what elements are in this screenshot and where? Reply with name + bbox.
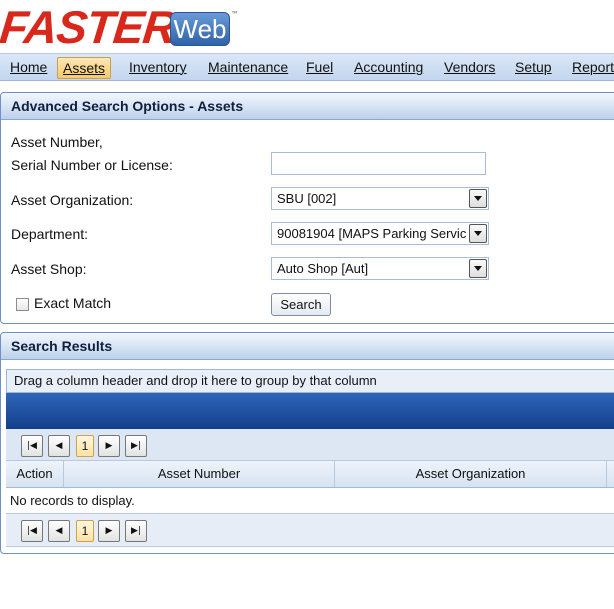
asset-organization-label: Asset Organization: (11, 192, 134, 208)
first-page-button[interactable]: |◀ (21, 435, 43, 457)
asset-organization-value: SBU [002] (277, 191, 337, 206)
next-page-icon: ▶ (105, 441, 113, 451)
menu-item-setup[interactable]: Setup (510, 57, 557, 79)
department-label: Department: (11, 226, 89, 242)
prev-page-icon: ◀ (55, 526, 63, 536)
menu-item-reports[interactable]: Reports (567, 57, 614, 79)
asset-shop-label: Asset Shop: (11, 261, 87, 277)
menu-item-fuel[interactable]: Fuel (301, 57, 338, 79)
search-button[interactable]: Search (271, 293, 331, 316)
menu-item-maintenance[interactable]: Maintenance (203, 57, 293, 79)
asset-shop-value: Auto Shop [Aut] (277, 261, 369, 276)
advanced-search-panel: Advanced Search Options - Assets Asset N… (0, 92, 614, 324)
chevron-down-icon[interactable] (469, 189, 487, 208)
exact-match-checkbox[interactable] (16, 298, 29, 311)
next-page-icon: ▶ (105, 526, 113, 536)
department-value: 90081904 [MAPS Parking Service (277, 226, 466, 241)
search-results-panel: Search Results Drag a column header and … (0, 332, 614, 554)
asset-shop-select[interactable]: Auto Shop [Aut] (271, 257, 489, 280)
last-page-button[interactable]: ▶| (125, 520, 147, 542)
prev-page-button[interactable]: ◀ (48, 435, 70, 457)
group-by-hint: Drag a column header and drop it here to… (14, 373, 377, 388)
grid-column-header-row: Action Asset Number Asset Organization (6, 461, 614, 488)
column-header-action[interactable]: Action (6, 461, 64, 487)
chevron-down-icon[interactable] (469, 224, 487, 243)
logo-product-badge: Web (170, 12, 230, 46)
current-page-number[interactable]: 1 (76, 435, 94, 457)
first-page-icon: |◀ (27, 526, 37, 536)
first-page-icon: |◀ (27, 441, 37, 451)
next-page-button[interactable]: ▶ (98, 520, 120, 542)
logo-brand-text: FASTER (0, 1, 179, 53)
column-header-asset-number[interactable]: Asset Number (64, 461, 335, 487)
logo-trademark: ™ (231, 10, 239, 19)
pager-top: |◀ ◀ 1 ▶ ▶| (6, 429, 614, 461)
last-page-icon: ▶| (131, 526, 141, 536)
menu-item-inventory[interactable]: Inventory (124, 57, 192, 79)
prev-page-button[interactable]: ◀ (48, 520, 70, 542)
menu-item-accounting[interactable]: Accounting (349, 57, 428, 79)
asset-number-input[interactable] (271, 152, 486, 175)
chevron-down-icon[interactable] (469, 259, 487, 278)
asset-number-label-line1: Asset Number, (11, 134, 103, 150)
main-menu-bar: Home Assets Inventory Maintenance Fuel A… (0, 53, 614, 81)
no-records-message: No records to display. (6, 488, 614, 513)
menu-item-vendors[interactable]: Vendors (439, 57, 500, 79)
pager-bottom: |◀ ◀ 1 ▶ ▶| (6, 513, 614, 547)
grid-toolbar-band (6, 393, 614, 429)
first-page-button[interactable]: |◀ (21, 520, 43, 542)
exact-match-label[interactable]: Exact Match (34, 295, 111, 311)
next-page-button[interactable]: ▶ (98, 435, 120, 457)
last-page-button[interactable]: ▶| (125, 435, 147, 457)
current-page-number[interactable]: 1 (76, 520, 94, 542)
search-results-title: Search Results (1, 333, 614, 360)
asset-number-label-line2: Serial Number or License: (11, 157, 173, 173)
group-by-drop-area[interactable]: Drag a column header and drop it here to… (6, 369, 614, 393)
last-page-icon: ▶| (131, 441, 141, 451)
asset-organization-select[interactable]: SBU [002] (271, 187, 489, 210)
department-select[interactable]: 90081904 [MAPS Parking Service (271, 222, 489, 245)
advanced-search-title: Advanced Search Options - Assets (1, 93, 614, 120)
faster-web-logo: FASTER Web ™ (0, 1, 250, 53)
menu-item-assets[interactable]: Assets (57, 57, 112, 79)
menu-item-home[interactable]: Home (5, 57, 52, 79)
column-header-asset-organization[interactable]: Asset Organization (335, 461, 607, 487)
prev-page-icon: ◀ (55, 441, 63, 451)
